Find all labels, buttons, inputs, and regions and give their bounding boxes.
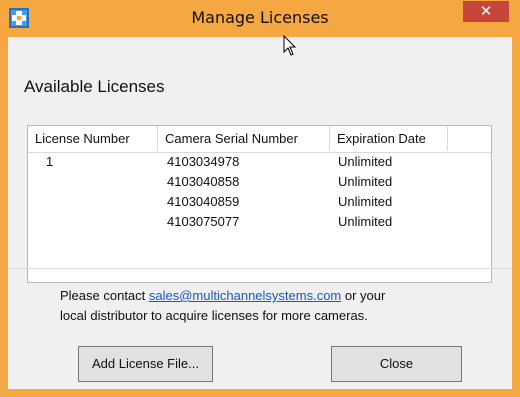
license-number-cell: 1 [46,154,54,169]
info-prefix: Please contact [60,288,149,303]
table-row[interactable]: 1 4103034978 Unlimited [28,153,491,171]
title-bar: Manage Licenses ✕ [0,0,520,37]
table-row[interactable]: 4103040858 Unlimited [28,173,491,191]
contact-info-text: Please contact sales@multichannelsystems… [60,286,480,326]
table-header: License Number Camera Serial Number Expi… [28,126,491,153]
column-camera-serial-number[interactable]: Camera Serial Number [158,126,330,151]
close-icon: ✕ [479,2,493,20]
serial-number-cell: 4103075077 [167,214,240,229]
divider [8,268,512,269]
mouse-cursor-icon [283,35,297,56]
info-line2: local distributor to acquire licenses fo… [60,308,368,323]
licenses-table[interactable]: License Number Camera Serial Number Expi… [27,125,492,283]
section-title: Available Licenses [24,77,165,96]
serial-number-cell: 4103040858 [167,174,240,189]
manage-licenses-window: Manage Licenses ✕ Available Licenses Lic… [0,0,520,397]
serial-number-cell: 4103034978 [167,154,240,169]
window-title: Manage Licenses [191,8,329,27]
info-suffix: or your [341,288,386,303]
expiration-date-cell: Unlimited [338,194,393,209]
sales-email-link[interactable]: sales@multichannelsystems.com [149,288,341,303]
column-license-number[interactable]: License Number [28,126,158,151]
expiration-date-cell: Unlimited [338,174,393,189]
add-license-file-button[interactable]: Add License File... [78,346,213,382]
close-window-button[interactable]: ✕ [463,1,509,22]
table-row[interactable]: 4103075077 Unlimited [28,213,491,231]
expiration-date-cell: Unlimited [338,214,393,229]
close-button[interactable]: Close [331,346,462,382]
expiration-date-cell: Unlimited [338,154,393,169]
table-row[interactable]: 4103040859 Unlimited [28,193,491,211]
column-expiration-date[interactable]: Expiration Date [330,126,448,151]
serial-number-cell: 4103040859 [167,194,240,209]
